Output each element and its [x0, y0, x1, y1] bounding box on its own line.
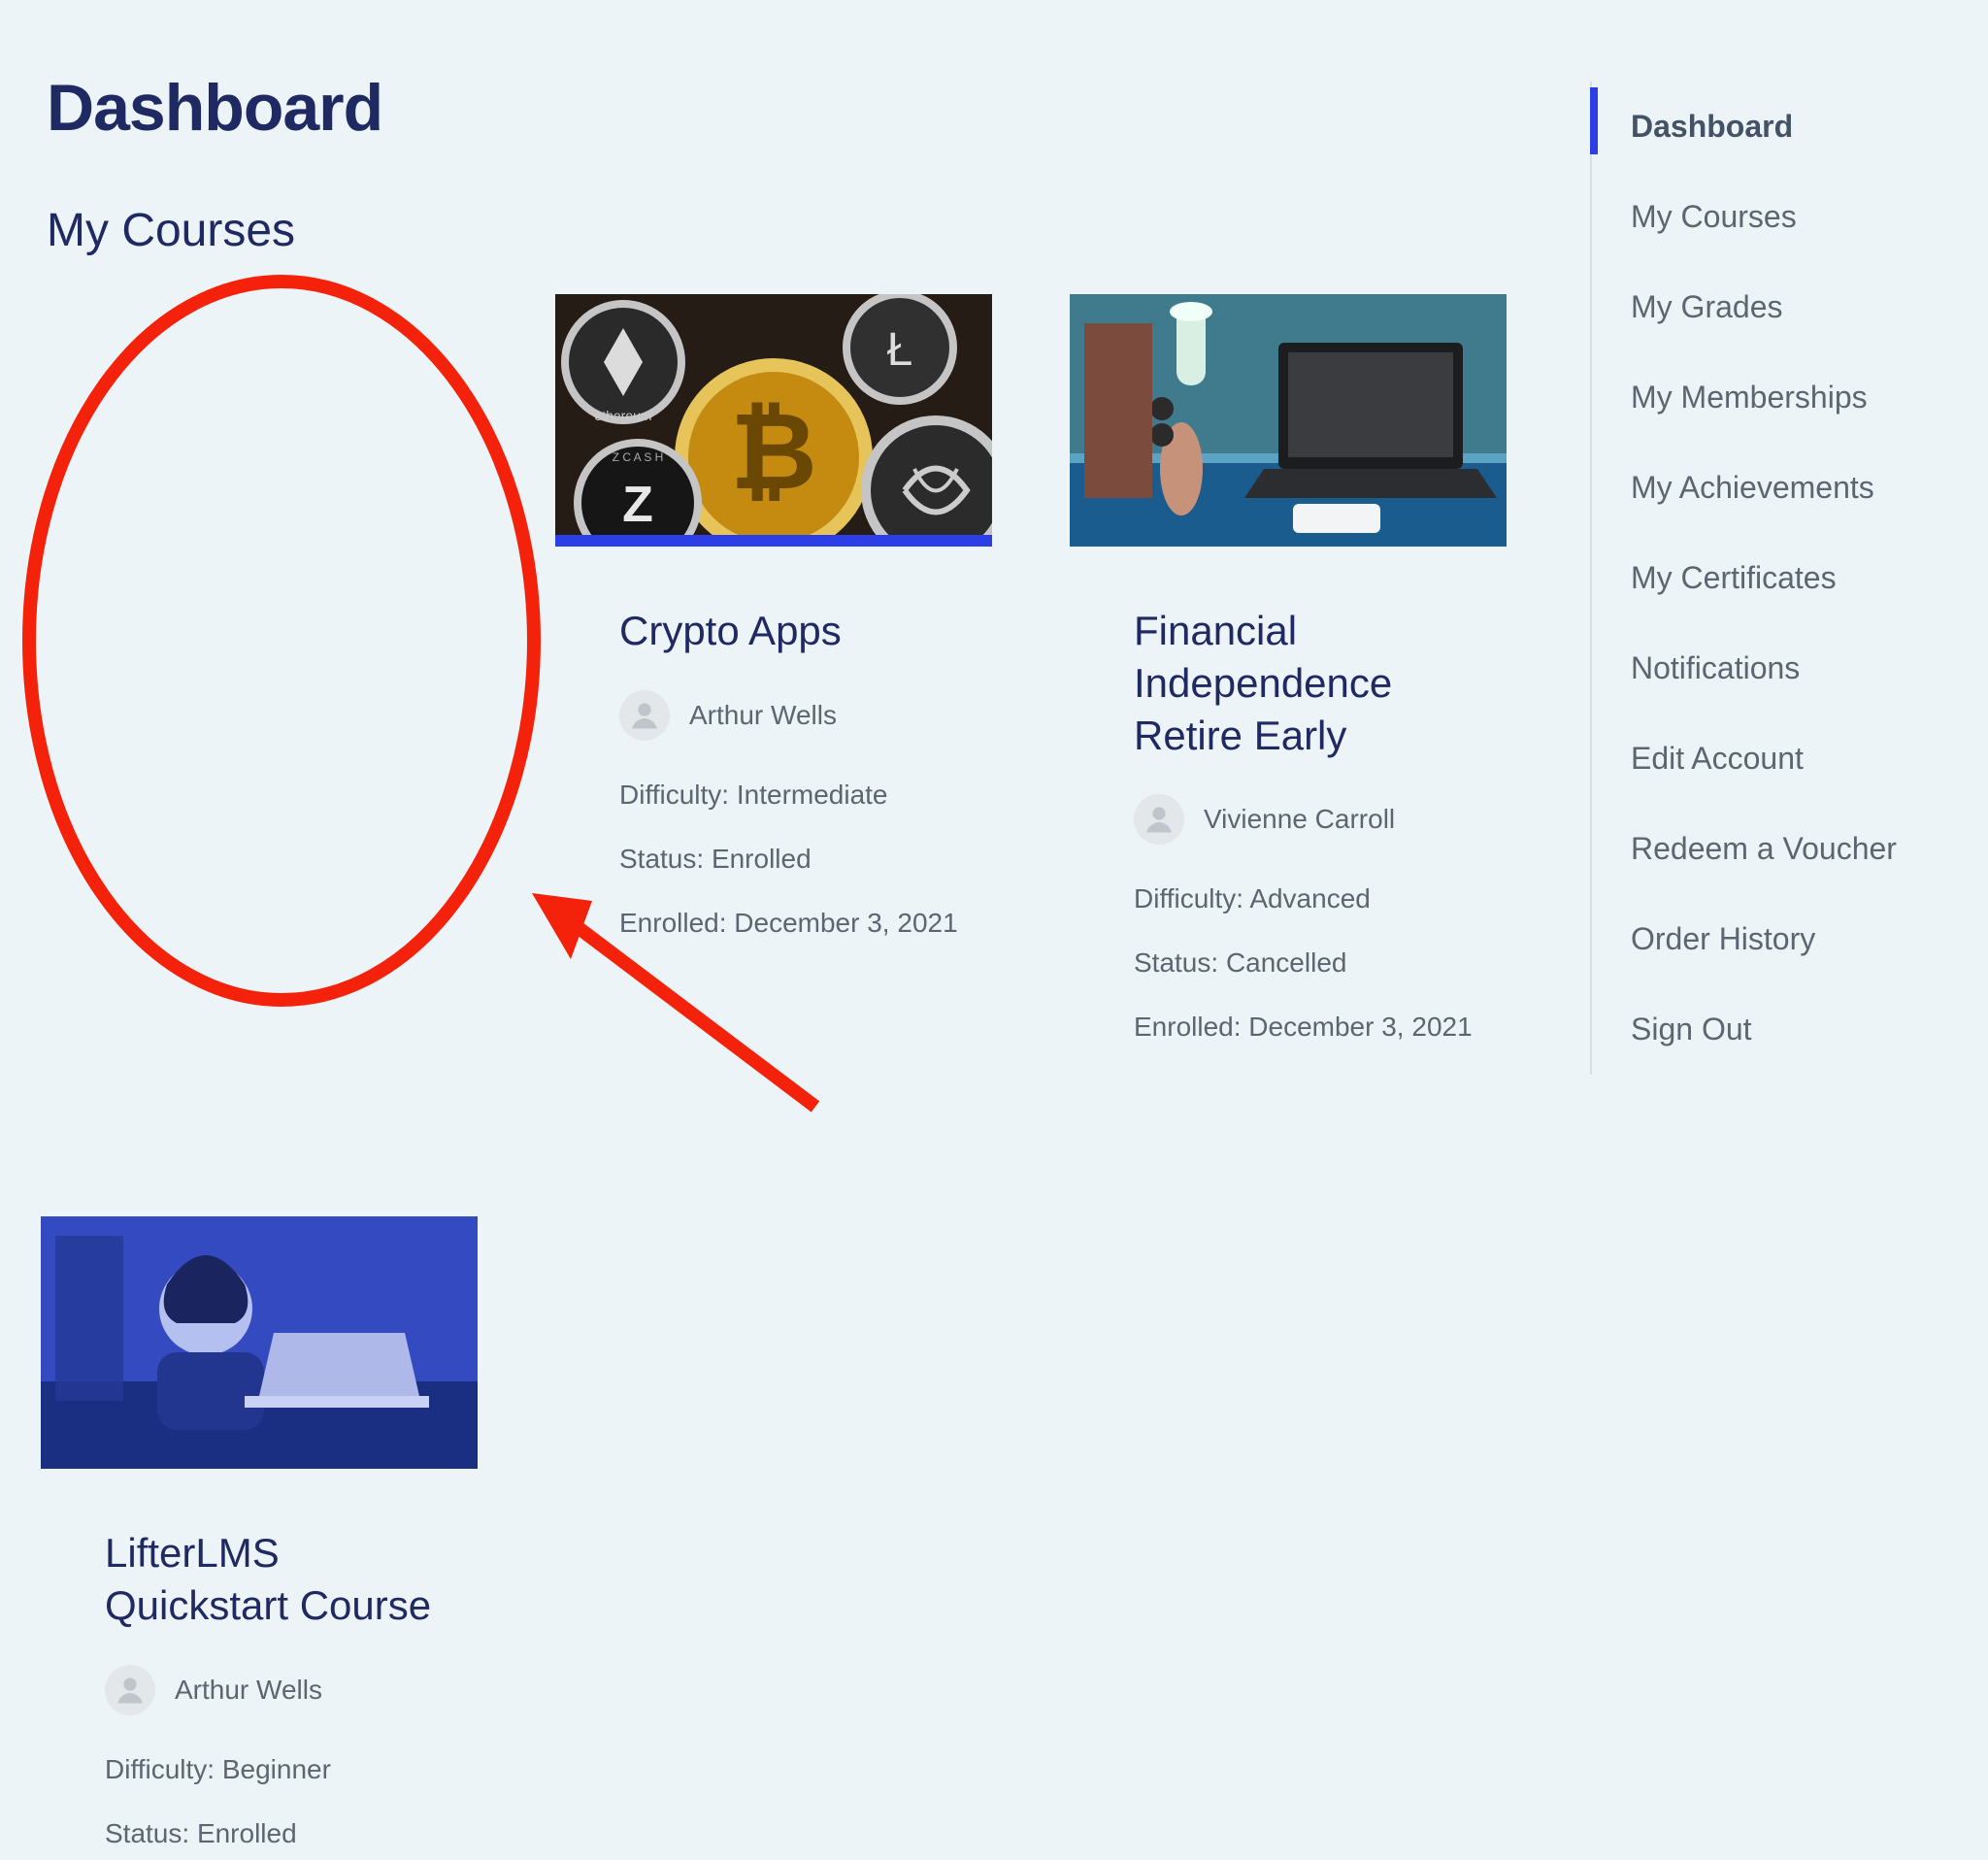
course-title[interactable]: Crypto Apps: [619, 605, 982, 657]
course-enrolled-date: Enrolled: December 3, 2021: [619, 908, 982, 939]
section-title-my-courses: My Courses: [47, 204, 1600, 257]
avatar-icon: [1134, 794, 1184, 845]
course-card[interactable]: Financial Independence Retire Early Vivi…: [1070, 294, 1507, 1043]
annotation-circle-icon: [29, 282, 534, 1000]
sidebar-item-order-history[interactable]: Order History: [1592, 894, 1949, 984]
sidebar-item-my-courses[interactable]: My Courses: [1592, 172, 1949, 262]
course-card[interactable]: ethereum ₿ Ł Z Z C A S H Crypto Ap: [555, 294, 992, 939]
avatar-icon: [619, 690, 670, 741]
crypto-coins-icon: ethereum ₿ Ł Z Z C A S H: [555, 294, 992, 547]
person-laptop-icon: [41, 1216, 478, 1469]
sidebar-item-my-achievements[interactable]: My Achievements: [1592, 443, 1949, 533]
sidebar-item-dashboard[interactable]: Dashboard: [1592, 82, 1949, 172]
course-thumbnail[interactable]: ethereum ₿ Ł Z Z C A S H: [555, 294, 992, 547]
svg-text:ethereum: ethereum: [594, 408, 651, 423]
course-author[interactable]: Arthur Wells: [105, 1665, 468, 1715]
svg-text:₿: ₿: [730, 392, 817, 512]
sidebar-item-redeem-voucher[interactable]: Redeem a Voucher: [1592, 804, 1949, 894]
course-difficulty: Difficulty: Beginner: [105, 1754, 468, 1785]
course-author[interactable]: Vivienne Carroll: [1134, 794, 1497, 845]
main-content: Dashboard My Courses ethereum ₿ Ł Z Z C …: [47, 70, 1600, 294]
course-title[interactable]: LifterLMS Quickstart Course: [105, 1527, 468, 1632]
course-card[interactable]: LifterLMS Quickstart Course Arthur Wells…: [41, 1216, 478, 1849]
course-status: Status: Enrolled: [619, 844, 982, 875]
course-enrolled-date: Enrolled: December 3, 2021: [1134, 1012, 1497, 1043]
laptop-work-icon: [1070, 294, 1507, 547]
course-status: Status: Cancelled: [1134, 947, 1497, 979]
sidebar-item-edit-account[interactable]: Edit Account: [1592, 714, 1949, 804]
page-title: Dashboard: [47, 70, 1600, 146]
svg-text:Z: Z: [622, 477, 653, 533]
course-difficulty: Difficulty: Intermediate: [619, 780, 982, 811]
progress-bar: [555, 535, 992, 547]
course-thumbnail[interactable]: [1070, 294, 1507, 547]
svg-text:Ł: Ł: [887, 324, 913, 376]
course-thumbnail[interactable]: [41, 1216, 478, 1469]
author-name: Arthur Wells: [175, 1675, 322, 1706]
svg-text:Z C A S H: Z C A S H: [613, 450, 664, 464]
sidebar-item-my-memberships[interactable]: My Memberships: [1592, 352, 1949, 443]
sidebar-item-my-certificates[interactable]: My Certificates: [1592, 533, 1949, 623]
sidebar-item-sign-out[interactable]: Sign Out: [1592, 984, 1949, 1075]
progress-fill: [555, 535, 992, 547]
course-difficulty: Difficulty: Advanced: [1134, 883, 1497, 914]
author-name: Vivienne Carroll: [1204, 804, 1395, 835]
sidebar-nav: Dashboard My Courses My Grades My Member…: [1590, 82, 1949, 1075]
sidebar-item-my-grades[interactable]: My Grades: [1592, 262, 1949, 352]
sidebar-item-notifications[interactable]: Notifications: [1592, 623, 1949, 714]
course-status: Status: Enrolled: [105, 1818, 468, 1849]
author-name: Arthur Wells: [689, 700, 837, 731]
course-title[interactable]: Financial Independence Retire Early: [1134, 605, 1497, 761]
course-author[interactable]: Arthur Wells: [619, 690, 982, 741]
avatar-icon: [105, 1665, 155, 1715]
